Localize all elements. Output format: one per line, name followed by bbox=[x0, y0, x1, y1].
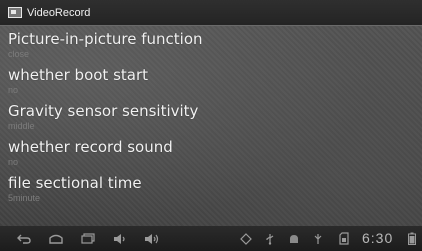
pref-picture-in-picture[interactable]: Picture-in-picture function close bbox=[0, 27, 422, 63]
pref-title: whether record sound bbox=[8, 138, 173, 156]
pref-title: Picture-in-picture function bbox=[8, 30, 203, 48]
window-title: VideoRecord bbox=[27, 6, 91, 19]
battery-icon bbox=[404, 232, 420, 245]
signal-icon[interactable] bbox=[310, 232, 326, 245]
video-record-app-icon bbox=[8, 7, 22, 18]
screen: VideoRecord Picture-in-picture function … bbox=[0, 0, 422, 251]
pref-gravity-sensitivity[interactable]: Gravity sensor sensitivity middle bbox=[0, 99, 422, 135]
pref-summary: no bbox=[8, 157, 19, 167]
back-icon[interactable] bbox=[16, 232, 32, 245]
pref-summary: no bbox=[8, 85, 19, 95]
pref-summary: middle bbox=[8, 121, 35, 131]
pref-summary: close bbox=[8, 49, 30, 59]
pref-file-sectional-time[interactable]: file sectional time 5minute bbox=[0, 171, 422, 207]
home-icon[interactable] bbox=[48, 232, 64, 245]
pref-title: file sectional time bbox=[8, 174, 142, 192]
recent-apps-icon[interactable] bbox=[80, 232, 96, 245]
sd-card-icon[interactable] bbox=[336, 232, 352, 245]
title-bar: VideoRecord bbox=[0, 0, 422, 26]
preference-list: Picture-in-picture function close whethe… bbox=[0, 27, 422, 207]
pref-boot-start[interactable]: whether boot start no bbox=[0, 63, 422, 99]
status-clock: 6:30 bbox=[362, 230, 394, 246]
pref-record-sound[interactable]: whether record sound no bbox=[0, 135, 422, 171]
pref-title: whether boot start bbox=[8, 66, 149, 84]
usb-icon[interactable] bbox=[262, 232, 278, 245]
pref-title: Gravity sensor sensitivity bbox=[8, 102, 199, 120]
volume-down-icon[interactable] bbox=[112, 232, 128, 245]
notification-diamond-icon[interactable] bbox=[238, 232, 254, 245]
volume-up-icon[interactable] bbox=[144, 232, 160, 245]
navigation-bar: 6:30 bbox=[0, 226, 422, 251]
android-debug-icon[interactable] bbox=[286, 232, 302, 245]
pref-summary: 5minute bbox=[8, 193, 41, 203]
